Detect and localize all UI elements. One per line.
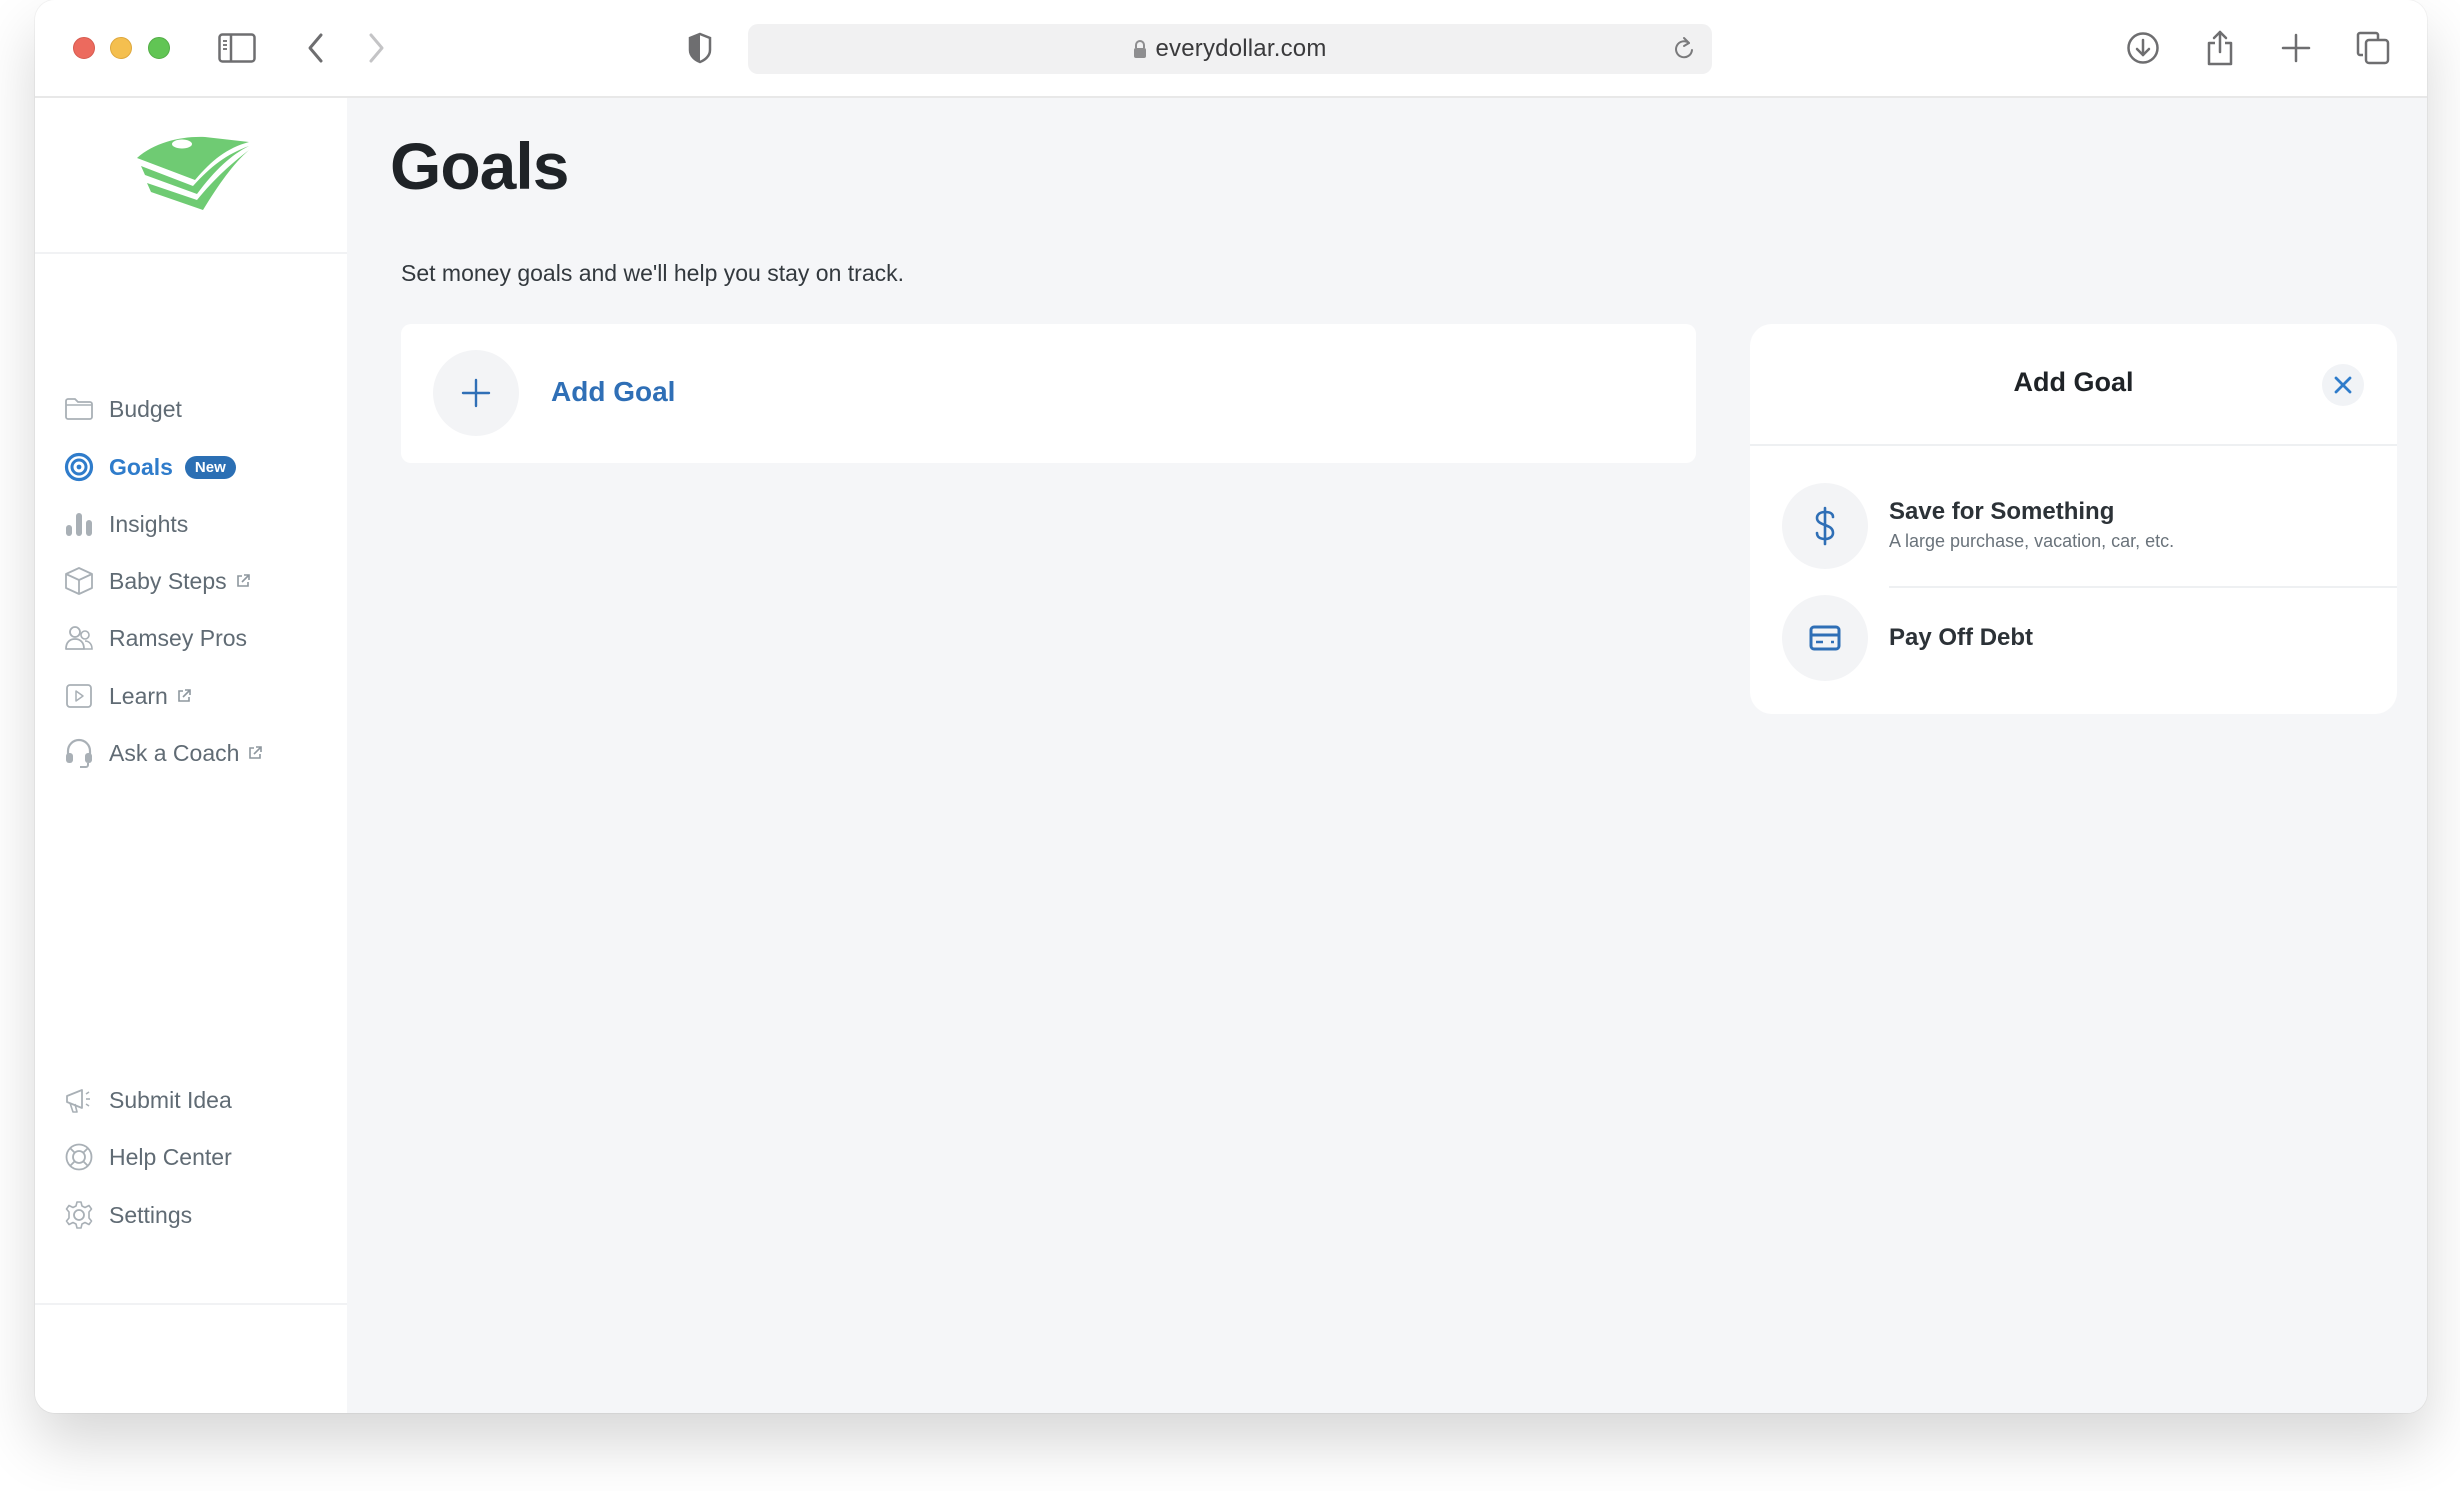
add-goal-card[interactable]: Add Goal bbox=[401, 324, 1696, 463]
sidebar-item-baby-steps[interactable]: Baby Steps bbox=[63, 561, 251, 601]
panel-title: Add Goal bbox=[2013, 367, 2134, 397]
sidebar-item-label: Goals bbox=[109, 453, 173, 480]
sidebar-item-label: Insights bbox=[109, 510, 189, 537]
share-icon bbox=[2207, 30, 2233, 66]
sidebar-item-label: Ramsey Pros bbox=[109, 624, 248, 651]
downloads-button[interactable] bbox=[2123, 28, 2163, 68]
url-text: everydollar.com bbox=[1155, 35, 1327, 62]
sidebar-item-submit-idea[interactable]: Submit Idea bbox=[63, 1080, 232, 1120]
download-icon bbox=[2127, 32, 2159, 64]
option-title: Pay Off Debt bbox=[1889, 624, 2034, 651]
sidebar-item-label: Learn bbox=[109, 682, 168, 709]
close-icon bbox=[2334, 376, 2352, 394]
add-goal-panel: Add Goal Save for Something A large purc… bbox=[1750, 324, 2397, 714]
sidebar-item-goals[interactable]: Goals New bbox=[63, 447, 236, 487]
tab-overview-icon bbox=[2356, 31, 2390, 65]
bar-chart-icon bbox=[63, 508, 95, 540]
sidebar-toggle-button[interactable] bbox=[217, 28, 257, 68]
close-window-button[interactable] bbox=[73, 37, 95, 59]
target-icon bbox=[63, 451, 95, 483]
external-link-icon bbox=[176, 688, 192, 704]
option-icon-circle bbox=[1782, 483, 1868, 569]
plus-icon bbox=[2281, 33, 2311, 63]
gear-icon bbox=[63, 1199, 95, 1231]
chevron-left-icon bbox=[308, 33, 323, 63]
external-link-icon bbox=[235, 573, 251, 589]
forward-button[interactable] bbox=[356, 28, 396, 68]
option-subtitle: A large purchase, vacation, car, etc. bbox=[1889, 531, 2175, 551]
address-bar[interactable]: everydollar.com bbox=[748, 24, 1712, 74]
sidebar-item-budget[interactable]: Budget bbox=[63, 389, 182, 429]
plus-icon bbox=[461, 378, 491, 408]
sidebar-item-label: Ask a Coach bbox=[109, 739, 240, 766]
chevron-right-icon bbox=[369, 33, 384, 63]
sidebar-item-label: Settings bbox=[109, 1201, 193, 1228]
back-button[interactable] bbox=[296, 28, 336, 68]
add-goal-button[interactable] bbox=[433, 350, 519, 436]
sidebar-item-label: Help Center bbox=[109, 1143, 232, 1170]
cube-icon bbox=[63, 565, 95, 597]
page-title: Goals bbox=[390, 129, 569, 203]
option-title: Save for Something bbox=[1889, 498, 2115, 525]
privacy-report-button[interactable] bbox=[680, 28, 720, 68]
logo-area bbox=[35, 98, 347, 254]
shield-icon bbox=[688, 32, 712, 64]
browser-window: everydollar.com Budget Goals New Insight… bbox=[35, 0, 2427, 1413]
folder-icon bbox=[63, 393, 95, 425]
tab-overview-button[interactable] bbox=[2353, 28, 2393, 68]
sidebar-item-settings[interactable]: Settings bbox=[63, 1195, 192, 1235]
sidebar-item-ask-a-coach[interactable]: Ask a Coach bbox=[63, 733, 263, 773]
sidebar-item-ramsey-pros[interactable]: Ramsey Pros bbox=[63, 618, 247, 658]
new-badge: New bbox=[184, 455, 236, 479]
browser-toolbar: everydollar.com bbox=[35, 0, 2427, 98]
sidebar-item-learn[interactable]: Learn bbox=[63, 676, 192, 716]
option-icon-circle bbox=[1782, 595, 1868, 681]
sidebar-item-label: Baby Steps bbox=[109, 567, 227, 594]
share-button[interactable] bbox=[2200, 28, 2240, 68]
sidebar-item-label: Submit Idea bbox=[109, 1086, 232, 1113]
sidebar-toggle-icon bbox=[218, 33, 256, 63]
external-link-icon bbox=[247, 745, 263, 761]
credit-card-icon bbox=[1809, 625, 1841, 651]
add-goal-label[interactable]: Add Goal bbox=[551, 376, 675, 408]
zoom-window-button[interactable] bbox=[148, 37, 170, 59]
option-save-for-something[interactable]: Save for Something A large purchase, vac… bbox=[1750, 471, 2397, 581]
dollar-icon bbox=[1815, 506, 1835, 546]
lock-icon bbox=[1134, 40, 1147, 58]
minimize-window-button[interactable] bbox=[110, 37, 132, 59]
main-content: Goals Set money goals and we'll help you… bbox=[347, 98, 2427, 1413]
close-panel-button[interactable] bbox=[2322, 364, 2364, 406]
panel-header: Add Goal bbox=[1750, 324, 2397, 446]
sidebar: Budget Goals New Insights Baby Steps Ram… bbox=[35, 98, 347, 1413]
reload-button[interactable] bbox=[1668, 33, 1700, 65]
new-tab-button[interactable] bbox=[2276, 28, 2316, 68]
reload-icon bbox=[1675, 37, 1693, 59]
headset-icon bbox=[63, 737, 95, 769]
people-icon bbox=[63, 622, 95, 654]
option-pay-off-debt[interactable]: Pay Off Debt bbox=[1750, 583, 2397, 693]
play-icon bbox=[63, 680, 95, 712]
sidebar-item-help-center[interactable]: Help Center bbox=[63, 1137, 232, 1177]
page-subtitle: Set money goals and we'll help you stay … bbox=[401, 260, 905, 286]
sidebar-item-label: Budget bbox=[109, 395, 182, 422]
sidebar-item-insights[interactable]: Insights bbox=[63, 504, 188, 544]
sidebar-divider bbox=[35, 1303, 347, 1305]
everydollar-logo[interactable] bbox=[127, 128, 257, 218]
lifebuoy-icon bbox=[63, 1141, 95, 1173]
megaphone-icon bbox=[63, 1084, 95, 1116]
